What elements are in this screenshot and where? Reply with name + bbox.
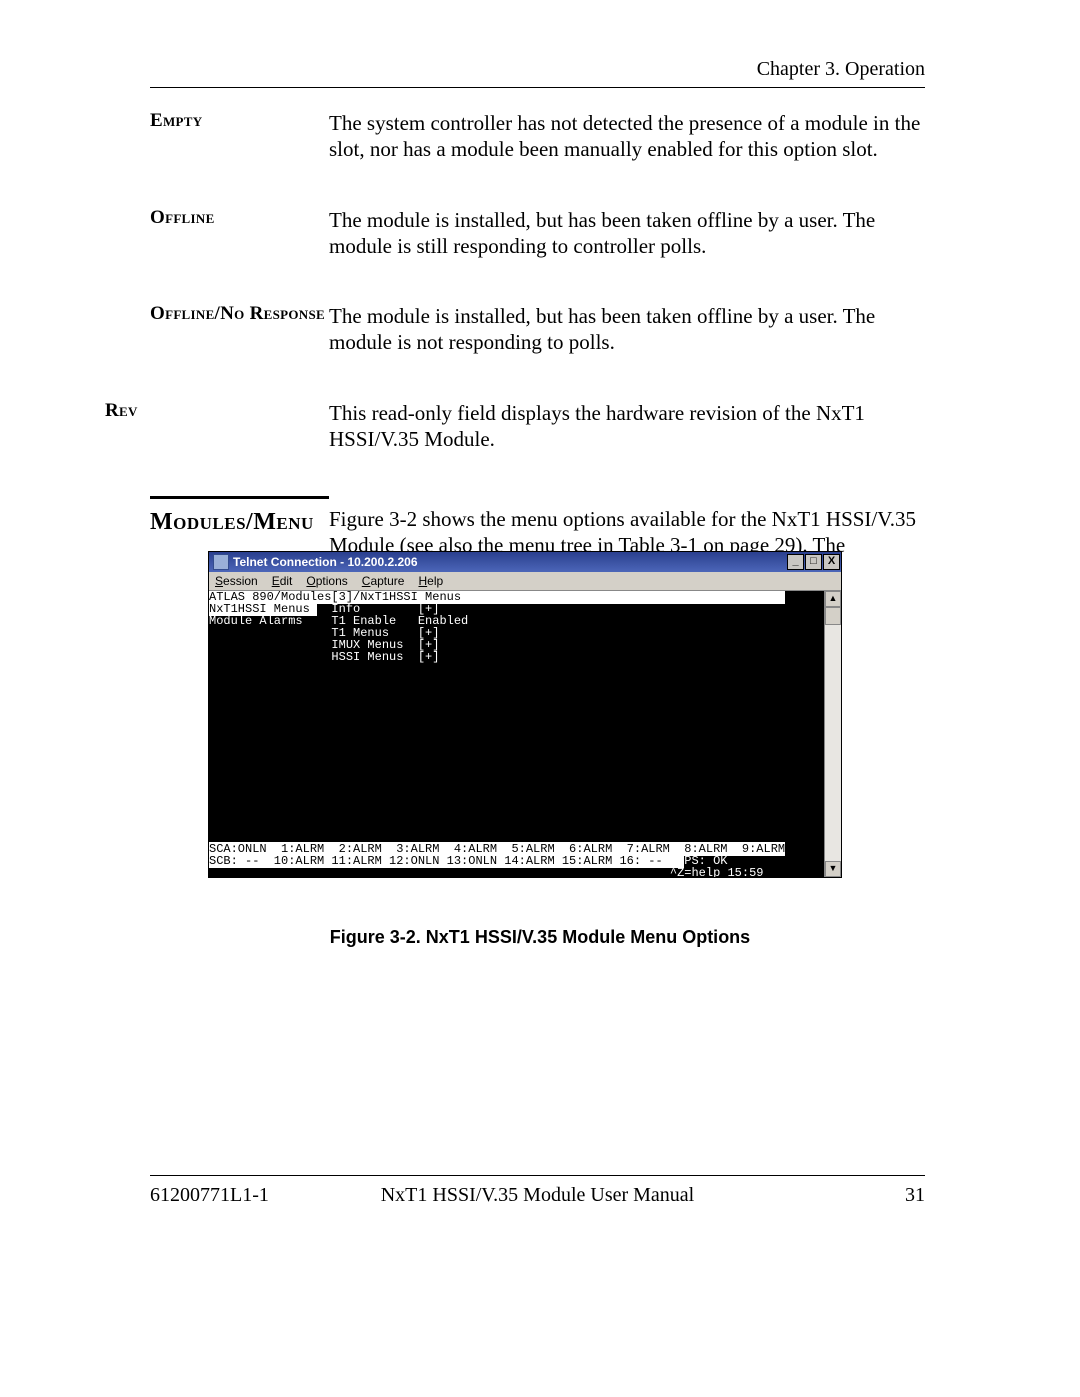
definition-label: Offline/No Response bbox=[150, 303, 329, 325]
maximize-button[interactable]: □ bbox=[805, 554, 822, 570]
section-heading: Modules/Menu bbox=[150, 509, 329, 536]
telnet-window: Telnet Connection - 10.200.2.206 _ □ X S… bbox=[208, 551, 842, 878]
menu-item[interactable]: Help bbox=[418, 574, 443, 588]
page-footer: 61200771L1-1 NxT1 HSSI/V.35 Module User … bbox=[150, 1175, 925, 1207]
window-title: Telnet Connection - 10.200.2.206 bbox=[233, 555, 787, 569]
definition-row: Offline/No ResponseThe module is install… bbox=[150, 303, 925, 356]
scroll-thumb[interactable] bbox=[825, 607, 841, 625]
app-icon bbox=[213, 554, 229, 570]
definition-text: This read-only field displays the hardwa… bbox=[329, 400, 925, 453]
menu-item[interactable]: Capture bbox=[362, 574, 405, 588]
footer-page-num: 31 bbox=[905, 1184, 925, 1207]
scroll-up-button[interactable]: ▲ bbox=[825, 591, 841, 607]
chapter-title: Chapter 3. Operation bbox=[757, 58, 925, 80]
figure-caption: Figure 3-2. NxT1 HSSI/V.35 Module Menu O… bbox=[0, 927, 1080, 948]
definition-text: The module is installed, but has been ta… bbox=[329, 207, 925, 260]
close-button[interactable]: X bbox=[823, 554, 840, 570]
terminal-wrap: ATLAS 890/Modules[3]/NxT1HSSI Menus NxT1… bbox=[209, 591, 841, 877]
menu-item[interactable]: Edit bbox=[272, 574, 293, 588]
terminal[interactable]: ATLAS 890/Modules[3]/NxT1HSSI Menus NxT1… bbox=[209, 591, 824, 877]
definition-label: Rev bbox=[105, 400, 329, 422]
definitions-block: EmptyThe system controller has not detec… bbox=[150, 110, 925, 585]
menu-item[interactable]: Session bbox=[215, 574, 258, 588]
scrollbar[interactable]: ▲ ▼ bbox=[824, 591, 841, 877]
minimize-button[interactable]: _ bbox=[787, 554, 804, 570]
definition-text: The module is installed, but has been ta… bbox=[329, 303, 925, 356]
definition-label: Empty bbox=[150, 110, 329, 132]
footer-doc-id: 61200771L1-1 bbox=[150, 1184, 269, 1207]
window-buttons: _ □ X bbox=[787, 552, 841, 572]
definition-row: EmptyThe system controller has not detec… bbox=[150, 110, 925, 163]
window-titlebar[interactable]: Telnet Connection - 10.200.2.206 _ □ X bbox=[209, 552, 841, 572]
menu-item[interactable]: Options bbox=[306, 574, 347, 588]
scroll-track[interactable] bbox=[825, 625, 841, 861]
scroll-down-button[interactable]: ▼ bbox=[825, 861, 841, 877]
definition-row: OfflineThe module is installed, but has … bbox=[150, 207, 925, 260]
menu-bar[interactable]: Session Edit Options Capture Help bbox=[209, 572, 841, 591]
page-header: Chapter 3. Operation bbox=[150, 58, 925, 88]
definition-text: The system controller has not detected t… bbox=[329, 110, 925, 163]
definition-label: Offline bbox=[150, 207, 329, 229]
definition-row: RevThis read-only field displays the har… bbox=[150, 400, 925, 453]
